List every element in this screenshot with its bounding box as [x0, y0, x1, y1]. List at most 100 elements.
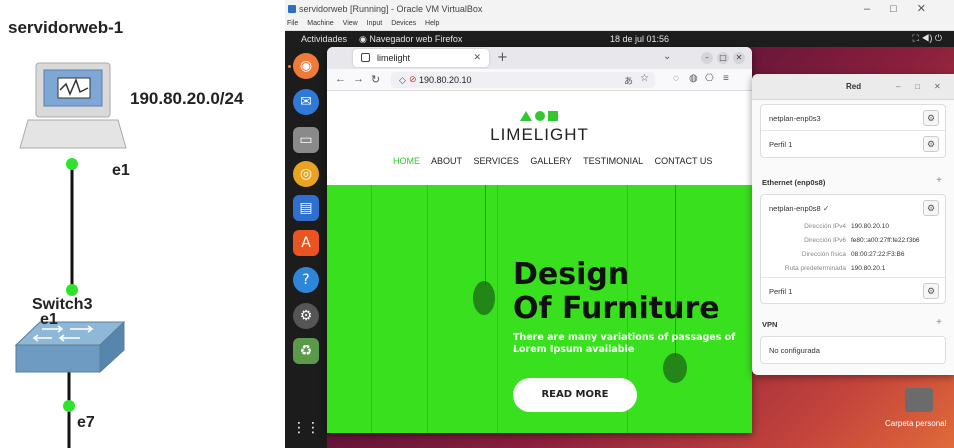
nav-home[interactable]: HOME — [393, 156, 420, 166]
add-icon[interactable]: + — [936, 317, 942, 328]
logo-icon — [520, 111, 558, 121]
gnome-top-bar: Actividades ◉ Navegador web Firefox 18 d… — [285, 31, 954, 47]
software-icon[interactable]: A — [293, 230, 319, 256]
nav-about[interactable]: ABOUT — [431, 156, 462, 166]
profile-row[interactable]: Perfil 1 ⚙ — [761, 131, 945, 157]
detail-value: 190.80.20.1 — [851, 265, 886, 272]
menu-help[interactable]: Help — [425, 20, 439, 27]
url-bar[interactable]: ◇ ⊘ 190.80.20.10 あ ☆ — [391, 72, 655, 88]
extensions-icon[interactable]: ⎔ — [705, 73, 714, 84]
connection-row[interactable]: netplan-enp0s8 ✓ ⚙ — [761, 195, 945, 221]
forward-icon[interactable]: → — [353, 73, 364, 85]
vpn-section-title: VPN — [762, 320, 778, 329]
activities-button[interactable]: Actividades — [301, 34, 347, 44]
maximize-button[interactable]: □ — [717, 52, 729, 64]
connection-row[interactable]: netplan-enp0s3 ⚙ — [761, 105, 945, 131]
maximize-button[interactable]: □ — [915, 82, 920, 91]
vpn-card: No configurada — [760, 336, 946, 364]
minimize-button[interactable]: – — [701, 52, 713, 64]
shield-icon[interactable]: ◇ — [399, 75, 406, 86]
vpn-status: No configurada — [769, 346, 820, 355]
profile-row[interactable]: Perfil 1 ⚙ — [761, 277, 945, 303]
checkmark-icon: ✓ — [822, 204, 830, 213]
page-icon — [361, 53, 370, 62]
tab-limelight[interactable]: limelight ✕ — [353, 49, 489, 67]
home-folder-icon[interactable] — [905, 388, 933, 412]
server-port-label: e1 — [112, 162, 130, 179]
menu-machine[interactable]: Machine — [307, 20, 333, 27]
lamp-decoration — [473, 281, 495, 315]
settings-icon[interactable]: ⚙ — [293, 303, 319, 329]
detail-key: Ruta predeterminada — [784, 265, 846, 272]
rhythmbox-icon[interactable]: ◎ — [293, 161, 319, 187]
tab-bar: limelight ✕ + ⌄ – □ ✕ — [327, 47, 752, 69]
network-window-title: Red — [846, 82, 862, 91]
app-menu[interactable]: ◉ Navegador web Firefox — [359, 34, 462, 45]
detail-value: fe80::a00:27ff:fe22:f3b6 — [851, 237, 920, 244]
hero-title-line-2: Of Furniture — [513, 291, 720, 326]
gear-icon[interactable]: ⚙ — [923, 283, 939, 299]
navigation-toolbar: ← → ↻ ◇ ⊘ 190.80.20.10 あ ☆ ◌ ◍ ⎔ ≡ — [327, 69, 752, 91]
translate-icon[interactable]: あ — [624, 74, 633, 87]
hero-title-line-1: Design — [513, 257, 630, 292]
switch-icon[interactable] — [14, 320, 126, 374]
vm-titlebar: servidorweb [Running] - Oracle VM Virtua… — [285, 0, 954, 19]
connection-name: netplan-enp0s8 — [769, 204, 821, 213]
detail-key: Dirección IPv6 — [804, 237, 846, 244]
close-tab-icon[interactable]: ✕ — [473, 52, 481, 63]
thunderbird-icon[interactable]: ✉ — [293, 89, 319, 115]
menu-file[interactable]: File — [287, 20, 298, 27]
new-tab-icon[interactable]: + — [497, 50, 508, 65]
url-text: 190.80.20.10 — [419, 75, 472, 85]
trash-icon[interactable]: ♻ — [293, 338, 319, 364]
connection-card-enp0s3: netplan-enp0s3 ⚙ Perfil 1 ⚙ — [760, 104, 946, 158]
back-icon[interactable]: ← — [335, 73, 346, 85]
close-button[interactable]: ✕ — [733, 52, 745, 64]
server-computer-icon[interactable] — [19, 62, 127, 149]
insecure-lock-icon[interactable]: ⊘ — [409, 74, 417, 85]
bookmark-star-icon[interactable]: ☆ — [640, 73, 649, 84]
account-icon[interactable]: ◍ — [689, 73, 698, 84]
site-logo[interactable]: LIMELIGHT — [327, 125, 752, 145]
nav-contact-us[interactable]: CONTACT US — [655, 156, 713, 166]
detail-value: 190.80.20.10 — [851, 223, 889, 230]
port-dot — [63, 400, 75, 412]
nav-gallery[interactable]: GALLERY — [530, 156, 571, 166]
add-icon[interactable]: + — [936, 175, 942, 186]
help-icon[interactable]: ? — [293, 267, 319, 293]
show-apps-icon[interactable]: ⋮⋮ — [292, 415, 320, 441]
gear-icon[interactable]: ⚙ — [923, 136, 939, 152]
home-folder-label[interactable]: Carpeta personal — [885, 419, 946, 428]
port-dot — [66, 284, 78, 296]
nav-testimonial[interactable]: TESTIMONIAL — [583, 156, 643, 166]
port-dot — [66, 158, 78, 170]
reload-icon[interactable]: ↻ — [371, 73, 380, 86]
ethernet-section-title: Ethernet (enp0s8) — [762, 178, 826, 187]
chevron-down-icon[interactable]: ⌄ — [663, 51, 671, 62]
menu-icon[interactable]: ≡ — [723, 73, 729, 84]
gear-icon[interactable]: ⚙ — [923, 110, 939, 126]
read-more-button[interactable]: READ MORE — [513, 378, 637, 412]
pocket-icon[interactable]: ◌ — [673, 73, 679, 84]
switch-port-top-label: e1 — [40, 311, 58, 328]
menu-view[interactable]: View — [343, 20, 358, 27]
clock[interactable]: 18 de jul 01:56 — [610, 34, 669, 44]
window-controls[interactable]: –□✕ — [864, 2, 946, 15]
vm-window-title: servidorweb [Running] - Oracle VM Virtua… — [299, 4, 483, 14]
profile-name: Perfil 1 — [769, 140, 793, 149]
vpn-status-row: No configurada — [761, 337, 945, 363]
network-header: Red – □ ✕ — [752, 74, 954, 100]
gear-icon[interactable]: ⚙ — [923, 200, 939, 216]
firefox-icon[interactable]: ◉ — [293, 53, 319, 79]
minimize-button[interactable]: – — [896, 82, 900, 91]
topology-links — [14, 62, 127, 448]
hero-subtitle: There are many variations of passages of… — [513, 332, 736, 355]
files-icon[interactable]: ▭ — [293, 127, 319, 153]
vm-menubar: File Machine View Input Devices Help — [285, 19, 954, 31]
close-button[interactable]: ✕ — [934, 82, 941, 91]
menu-input[interactable]: Input — [367, 20, 383, 27]
menu-devices[interactable]: Devices — [391, 20, 416, 27]
writer-icon[interactable]: ▤ — [293, 195, 319, 221]
nav-services[interactable]: SERVICES — [474, 156, 519, 166]
system-tray[interactable]: ⛶ ◀) ⏻ — [913, 33, 942, 44]
